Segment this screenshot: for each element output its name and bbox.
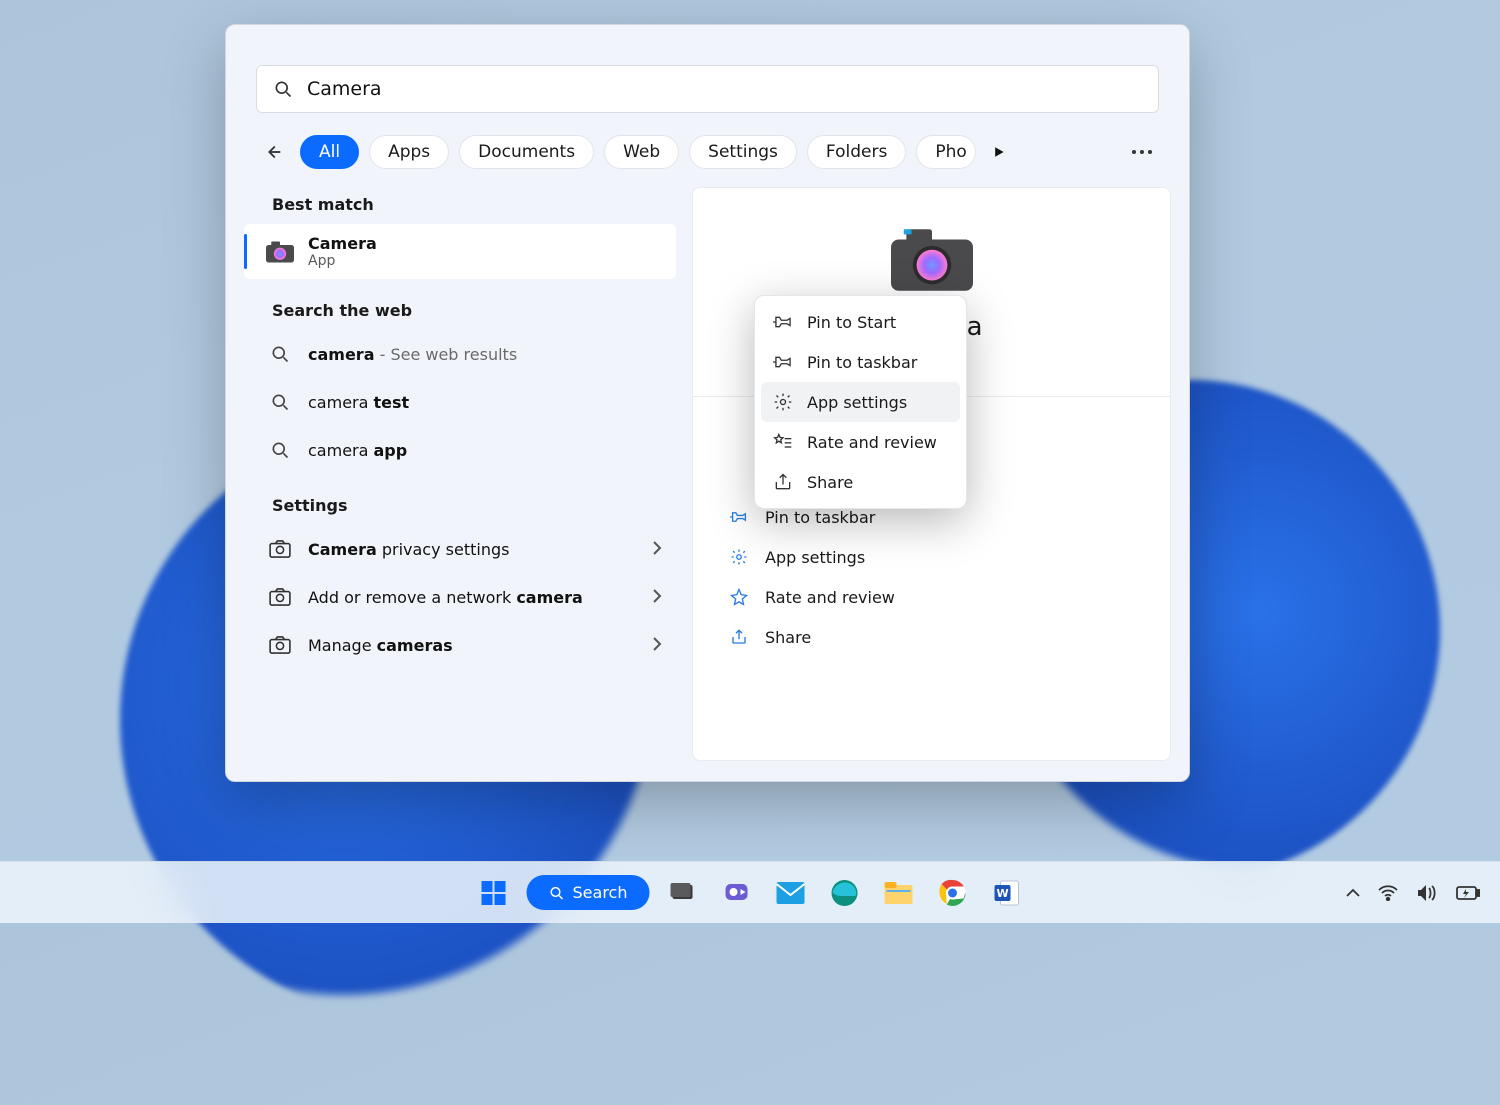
ctx-app-settings[interactable]: App settings [761, 382, 960, 422]
pin-icon [773, 312, 793, 332]
start-button[interactable] [473, 872, 515, 914]
share-icon [773, 472, 793, 492]
taskbar-taskview[interactable] [661, 872, 703, 914]
taskbar-mail[interactable] [769, 872, 811, 914]
web-result-camera[interactable]: camera - See web results [244, 330, 676, 378]
search-icon [266, 340, 294, 368]
wifi-icon[interactable] [1378, 885, 1398, 901]
ctx-share[interactable]: Share [761, 462, 960, 502]
search-icon [266, 388, 294, 416]
star-icon [729, 587, 749, 607]
chevron-right-icon [652, 636, 662, 655]
camera-outline-icon [266, 583, 294, 611]
ctx-pin-taskbar[interactable]: Pin to taskbar [761, 342, 960, 382]
camera-outline-icon [266, 631, 294, 659]
filters-scroll-right[interactable] [986, 138, 1014, 166]
settings-add-network-camera[interactable]: Add or remove a network camera [244, 573, 676, 621]
section-settings: Settings [244, 488, 676, 525]
filter-web[interactable]: Web [604, 135, 679, 169]
taskbar-word[interactable]: W [985, 872, 1027, 914]
windows-search-panel: All Apps Documents Web Settings Folders … [225, 24, 1190, 782]
search-box[interactable] [256, 65, 1159, 113]
filter-all[interactable]: All [300, 135, 359, 169]
more-options-button[interactable] [1125, 135, 1159, 169]
best-match-camera-app[interactable]: Camera App [244, 224, 676, 279]
best-match-title: Camera [308, 234, 377, 253]
system-tray[interactable] [1346, 884, 1480, 902]
best-match-subtitle: App [308, 253, 377, 269]
search-icon [266, 436, 294, 464]
pin-icon [729, 507, 749, 527]
taskbar-edge[interactable] [823, 872, 865, 914]
taskbar-search[interactable]: Search [527, 875, 650, 910]
svg-text:W: W [996, 887, 1008, 900]
settings-camera-privacy[interactable]: Camera privacy settings [244, 525, 676, 573]
camera-app-icon [891, 228, 973, 296]
context-menu: Pin to Start Pin to taskbar App settings… [754, 295, 967, 509]
chevron-right-icon [652, 588, 662, 607]
battery-icon[interactable] [1456, 886, 1480, 900]
camera-outline-icon [266, 535, 294, 563]
preview-action-rate[interactable]: Rate and review [693, 577, 1170, 617]
filter-folders[interactable]: Folders [807, 135, 906, 169]
web-result-camera-test[interactable]: camera test [244, 378, 676, 426]
section-search-web: Search the web [244, 293, 676, 330]
filter-documents[interactable]: Documents [459, 135, 594, 169]
preview-action-app-settings[interactable]: App settings [693, 537, 1170, 577]
tray-overflow-icon[interactable] [1346, 888, 1360, 898]
filter-photos-truncated[interactable]: Pho [916, 135, 975, 169]
pin-icon [773, 352, 793, 372]
section-best-match: Best match [244, 187, 676, 224]
share-icon [729, 627, 749, 647]
search-icon [273, 79, 293, 99]
settings-manage-cameras[interactable]: Manage cameras [244, 621, 676, 669]
results-column: Best match Camera App Search the web cam… [244, 187, 676, 761]
preview-action-share[interactable]: Share [693, 617, 1170, 657]
search-input[interactable] [307, 78, 1142, 100]
taskbar: Search W [0, 861, 1500, 923]
star-list-icon [773, 432, 793, 452]
gear-icon [729, 547, 749, 567]
chevron-right-icon [652, 540, 662, 559]
filter-apps[interactable]: Apps [369, 135, 449, 169]
taskbar-explorer[interactable] [877, 872, 919, 914]
taskbar-chrome[interactable] [931, 872, 973, 914]
ctx-pin-start[interactable]: Pin to Start [761, 302, 960, 342]
search-icon [549, 885, 565, 901]
web-result-camera-app[interactable]: camera app [244, 426, 676, 474]
gear-icon [773, 392, 793, 412]
volume-icon[interactable] [1416, 884, 1438, 902]
filter-settings[interactable]: Settings [689, 135, 797, 169]
taskbar-teams[interactable] [715, 872, 757, 914]
search-filter-row: All Apps Documents Web Settings Folders … [226, 113, 1189, 169]
back-button[interactable] [256, 135, 290, 169]
camera-app-icon [266, 238, 294, 266]
ctx-rate[interactable]: Rate and review [761, 422, 960, 462]
